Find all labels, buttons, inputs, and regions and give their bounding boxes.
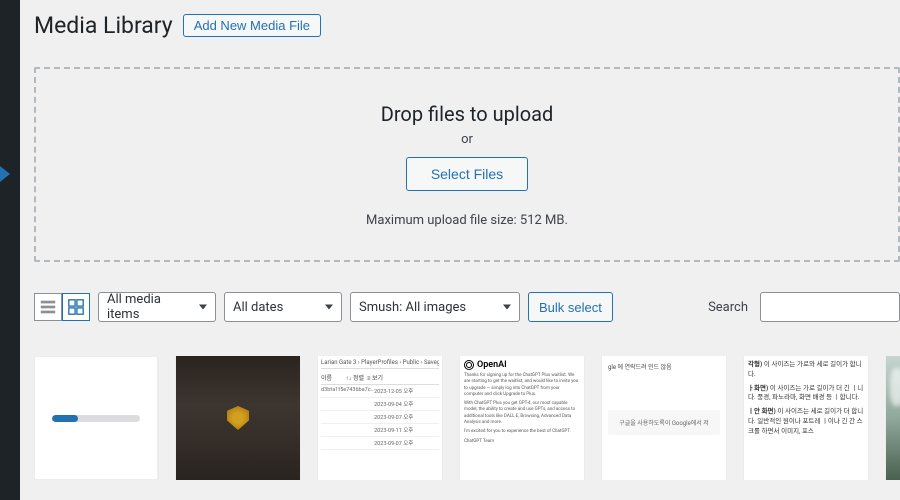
filter-dates-select[interactable]: All dates <box>224 292 342 322</box>
list-view-button[interactable] <box>34 293 62 321</box>
media-toolbar: All media items All dates Smush: All ima… <box>34 292 900 322</box>
card-body: 구글을 사용하도록이 Google에서 저 <box>608 410 720 435</box>
page-header: Media Library Add New Media File <box>34 8 900 43</box>
game-thumbnail <box>176 356 300 480</box>
table-row: 2023-09-11 오후 <box>321 424 439 437</box>
card-title: gle 에 연락드려 민드 않음 <box>608 362 720 371</box>
table-row: 2023-09-07 오후 <box>321 411 439 424</box>
search-input[interactable] <box>760 292 900 322</box>
media-library-content: Media Library Add New Media File Drop fi… <box>20 0 900 500</box>
admin-sidebar <box>0 0 20 500</box>
sizes-line: 각형) 이 사이즈는 가로와 세로 길이가 합니다. <box>748 360 864 380</box>
dropzone-or-text: or <box>461 132 473 147</box>
openai-logo: OpenAI <box>464 360 580 370</box>
filter-smush-value: Smush: All images <box>359 300 466 315</box>
email-para: Thanks for signing up for the ChatGPT Pl… <box>464 373 580 398</box>
media-item-uploading[interactable] <box>34 356 158 480</box>
max-upload-size-text: Maximum upload file size: 512 MB. <box>366 213 568 228</box>
dropzone-title: Drop files to upload <box>381 102 554 126</box>
email-signoff: ChatGPT Team <box>464 439 580 445</box>
filter-media-type-select[interactable]: All media items <box>98 292 216 322</box>
filter-dates-value: All dates <box>233 300 283 315</box>
nature-thumbnail <box>886 356 900 480</box>
view-mode-toggles <box>34 293 90 321</box>
upload-progress <box>34 415 158 422</box>
table-row: 2023-09-07 오후 <box>321 437 439 450</box>
table-row: 2023-09-04 오후 <box>321 398 439 411</box>
email-para: I'm excited for you to experience the be… <box>464 429 580 435</box>
add-new-media-button[interactable]: Add New Media File <box>183 14 321 37</box>
media-item-file-explorer-thumb[interactable]: Larian Gate 3 › PlayerProfiles › Public … <box>318 356 442 480</box>
sizes-line: ㅣ안 화면) 이 사이즈는 세로 길이가 더 합니다. 일반적인 원이나 포트레… <box>748 407 864 436</box>
openai-icon <box>464 360 474 370</box>
file-explorer-thumbnail: Larian Gate 3 › PlayerProfiles › Public … <box>318 356 442 480</box>
korean-sizes-thumbnail: 각형) 이 사이즈는 가로와 세로 길이가 합니다. ㅏ화면) 이 사이즈는 가… <box>744 356 868 480</box>
progress-bar <box>52 415 78 422</box>
openai-logo-text: OpenAI <box>477 360 507 370</box>
media-grid: Larian Gate 3 › PlayerProfiles › Public … <box>34 356 900 480</box>
korean-card-thumbnail: gle 에 연락드려 민드 않음 구글을 사용하도록이 Google에서 저 <box>602 356 726 480</box>
collapse-caret-icon[interactable] <box>0 166 10 182</box>
list-icon <box>39 298 57 316</box>
upload-dropzone[interactable]: Drop files to upload or Select Files Max… <box>34 67 900 262</box>
media-item-korean-card-thumb[interactable]: gle 에 연락드려 민드 않음 구글을 사용하도록이 Google에서 저 <box>602 356 726 480</box>
search-wrapper: Search <box>708 292 900 322</box>
table-row: d3bfa1f5e7436ba7c... 2023-12-05 오후 <box>321 385 439 398</box>
sizes-line: ㅏ화면) 이 사이즈는 가로 길이가 더 긴 ㅣ니다. 풍경, 파노라마, 화면… <box>748 384 864 404</box>
media-item-game-thumb[interactable] <box>176 356 300 480</box>
filter-media-type-value: All media items <box>107 292 191 322</box>
progress-track <box>52 415 140 422</box>
page-title: Media Library <box>34 8 173 43</box>
breadcrumb-text: Larian Gate 3 › PlayerProfiles › Public … <box>321 359 439 369</box>
bulk-select-button[interactable]: Bulk select <box>528 292 613 322</box>
shield-icon <box>227 406 249 430</box>
openai-email-thumbnail: OpenAI Thanks for signing up for the Cha… <box>460 356 584 480</box>
media-item-nature-thumb[interactable] <box>886 356 900 480</box>
media-item-openai-thumb[interactable]: OpenAI Thanks for signing up for the Cha… <box>460 356 584 480</box>
filter-smush-select[interactable]: Smush: All images <box>350 292 520 322</box>
snow-overlay <box>890 368 900 405</box>
grid-view-button[interactable] <box>62 293 90 321</box>
media-item-korean-sizes-thumb[interactable]: 각형) 이 사이즈는 가로와 세로 길이가 합니다. ㅏ화면) 이 사이즈는 가… <box>744 356 868 480</box>
grid-icon <box>67 298 85 316</box>
search-label: Search <box>708 300 748 315</box>
email-para: With ChatGPT Plus you get GPT-4, our mos… <box>464 401 580 426</box>
select-files-button[interactable]: Select Files <box>406 157 528 191</box>
